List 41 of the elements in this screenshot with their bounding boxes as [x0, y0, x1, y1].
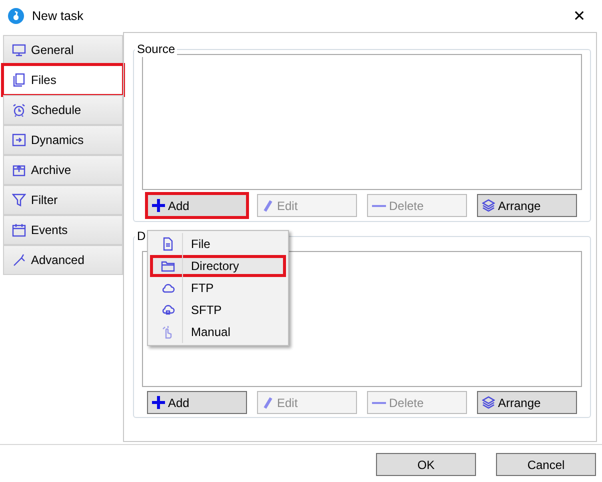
layers-icon: [482, 199, 495, 212]
close-button[interactable]: ✕: [565, 8, 594, 24]
hand-icon: [160, 325, 174, 339]
minus-icon: [372, 204, 386, 208]
arrange-button[interactable]: Arrange: [477, 391, 577, 414]
box-icon: [12, 163, 26, 177]
monitor-icon: [12, 43, 26, 57]
add-button[interactable]: Add: [147, 194, 247, 217]
window-title: New task: [32, 8, 84, 25]
pencil-icon: [262, 199, 274, 212]
sidebar-tab[interactable]: Dynamics: [3, 125, 123, 155]
sidebar-tab[interactable]: Schedule: [3, 95, 123, 125]
pencil-icon: [262, 396, 274, 409]
sidebar-tab[interactable]: Events: [3, 215, 123, 245]
app-logo-icon: [8, 8, 24, 24]
filter-icon: [12, 193, 26, 207]
layers-icon: [482, 396, 495, 409]
sidebar-tab[interactable]: Archive: [3, 155, 123, 185]
menu-item[interactable]: Manual: [150, 321, 286, 343]
cloud-lock-icon: [160, 303, 174, 317]
add-button[interactable]: Add: [147, 391, 247, 414]
document-icon: [160, 237, 174, 251]
cloud-icon: [160, 281, 174, 295]
calendar-icon: [12, 223, 26, 237]
minus-icon: [372, 400, 386, 404]
plus-icon: [152, 396, 165, 409]
ok-button[interactable]: OK: [376, 453, 476, 476]
sidebar-tab[interactable]: Advanced: [3, 245, 123, 275]
documents-icon: [12, 73, 26, 87]
sidebar-tab[interactable]: Files: [3, 65, 123, 95]
alarm-clock-icon: [12, 103, 26, 117]
menu-item[interactable]: FTP: [150, 277, 286, 299]
plus-icon: [152, 199, 165, 212]
arrange-button[interactable]: Arrange: [477, 194, 577, 217]
sidebar-tab[interactable]: Filter: [3, 185, 123, 215]
cancel-button[interactable]: Cancel: [496, 453, 596, 476]
menu-item[interactable]: SFTP: [150, 299, 286, 321]
sidebar-tab[interactable]: General: [3, 35, 123, 65]
folder-icon: [160, 259, 174, 273]
arrow-box-icon: [12, 133, 26, 147]
menu-item[interactable]: Directory: [150, 255, 286, 277]
